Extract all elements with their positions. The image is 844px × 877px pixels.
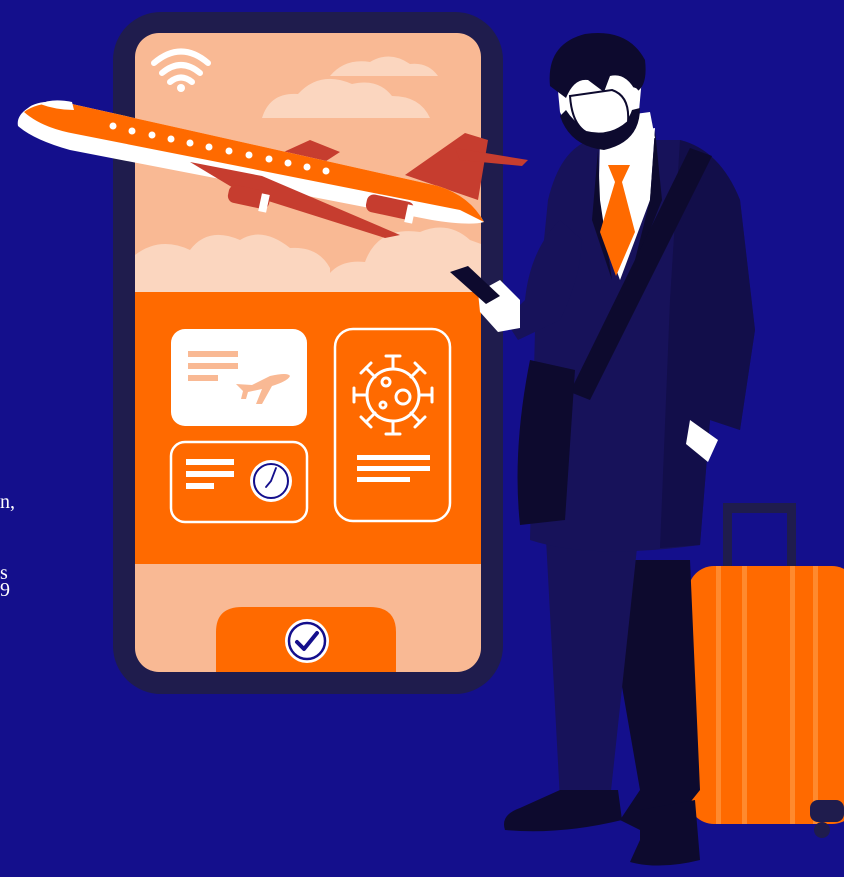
boarding-pass-card[interactable] [171,329,307,426]
suitcase [688,503,844,838]
clock-icon [250,460,292,502]
illustration [17,12,844,866]
check-circle-icon [285,619,329,663]
phone [113,12,503,694]
